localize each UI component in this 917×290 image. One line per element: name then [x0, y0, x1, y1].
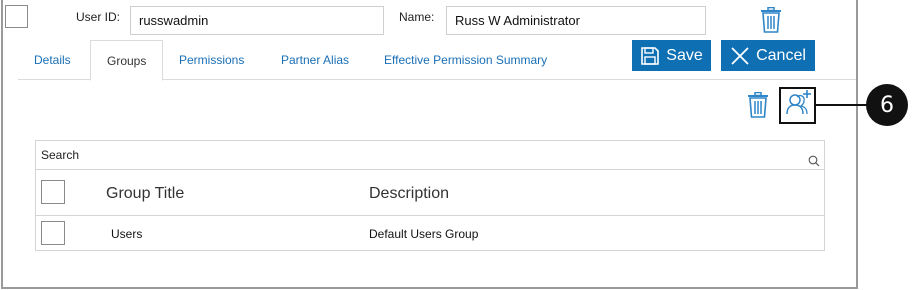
tab-partner-alias[interactable]: Partner Alias — [265, 40, 365, 80]
column-header-description[interactable]: Description — [369, 185, 449, 203]
group-title-cell: Users — [111, 227, 143, 241]
name-field[interactable]: Russ W Administrator — [446, 6, 706, 35]
save-button-label: Save — [666, 46, 703, 64]
select-all-checkbox[interactable] — [41, 180, 65, 204]
column-header-group-title[interactable]: Group Title — [106, 185, 184, 203]
user-id-field[interactable]: russwadmin — [130, 6, 384, 35]
callout-number-badge: 6 — [866, 84, 908, 126]
cancel-button[interactable]: Cancel — [721, 40, 815, 71]
select-user-checkbox[interactable] — [5, 5, 28, 28]
grid-search-input[interactable]: Search — [36, 141, 824, 170]
user-id-label: User ID: — [76, 10, 121, 24]
remove-group-trash-icon[interactable] — [747, 92, 769, 118]
cancel-button-label: Cancel — [756, 46, 806, 64]
add-user-icon — [784, 89, 812, 122]
description-cell: Default Users Group — [369, 227, 479, 241]
tab-details[interactable]: Details — [18, 40, 87, 80]
tab-permissions[interactable]: Permissions — [163, 40, 260, 80]
search-placeholder: Search — [41, 148, 80, 162]
table-row[interactable]: Users Default Users Group — [36, 217, 824, 251]
floppy-disk-icon — [640, 46, 660, 66]
add-user-button[interactable] — [779, 87, 816, 124]
grid-header-row: Group Title Description — [36, 171, 824, 216]
delete-user-trash-icon[interactable] — [760, 7, 782, 33]
save-button[interactable]: Save — [632, 40, 711, 71]
name-label: Name: — [399, 10, 435, 24]
tab-effective-permission-summary[interactable]: Effective Permission Summary — [368, 40, 563, 80]
groups-grid: Search Group Title Description Users Def… — [35, 140, 825, 251]
callout-leader-line — [816, 104, 868, 106]
close-x-icon — [730, 46, 750, 66]
row-checkbox[interactable] — [41, 221, 65, 245]
tab-groups[interactable]: Groups — [90, 40, 164, 81]
